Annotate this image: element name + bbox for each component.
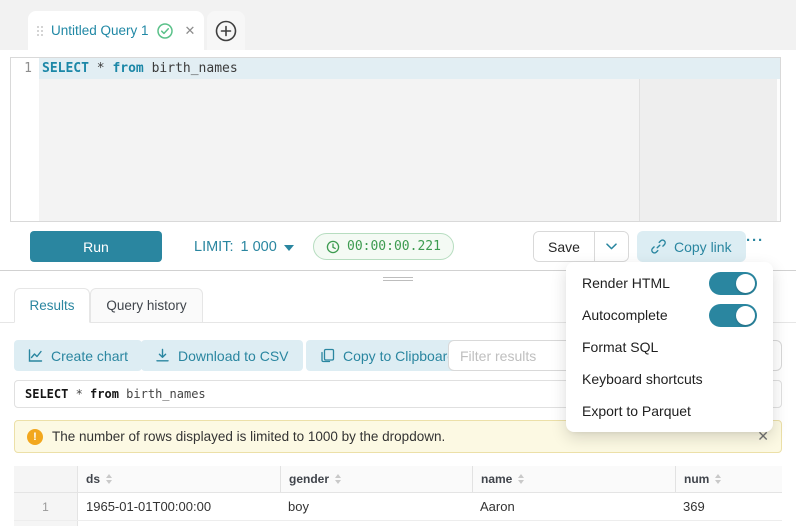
menu-item-label: Render HTML [582, 275, 670, 291]
create-chart-label: Create chart [51, 348, 128, 364]
download-csv-button[interactable]: Download to CSV [141, 340, 303, 371]
limit-dropdown[interactable]: LIMIT: 1 000 [194, 231, 294, 262]
download-csv-label: Download to CSV [178, 348, 289, 364]
menu-item-render-html[interactable]: Render HTML [566, 267, 773, 299]
column-label: num [684, 472, 709, 486]
create-chart-button[interactable]: Create chart [14, 340, 142, 371]
query-tab-label: Untitled Query 1 [51, 23, 149, 38]
close-tab-icon[interactable]: ✕ [185, 23, 196, 39]
download-icon [155, 348, 170, 363]
query-tab-bar: Untitled Query 1 ✕ [0, 0, 796, 50]
menu-item-autocomplete[interactable]: Autocomplete [566, 299, 773, 331]
sort-icon[interactable] [518, 474, 524, 484]
sql-editor[interactable]: 1 SELECT * from birth_names [10, 57, 781, 222]
line-number: 1 [24, 61, 32, 76]
sql-token: * [68, 387, 90, 401]
copy-clipboard-label: Copy to Clipboard [343, 348, 455, 364]
sort-icon[interactable] [715, 474, 721, 484]
save-options-button[interactable] [595, 232, 628, 261]
more-actions-menu: Render HTML Autocomplete Format SQL Keyb… [566, 262, 773, 432]
cell-ds: 1965-01-01T00:00:00 [78, 499, 280, 514]
menu-item-label: Keyboard shortcuts [582, 371, 703, 387]
editor-gutter: 1 [11, 58, 39, 221]
autocomplete-toggle[interactable] [709, 304, 757, 327]
render-html-toggle[interactable] [709, 272, 757, 295]
column-header-name[interactable]: name [472, 466, 675, 492]
sql-token: birth_names [119, 387, 206, 401]
copy-link-label: Copy link [674, 239, 732, 255]
warning-icon: ! [27, 429, 43, 445]
copy-link-button[interactable]: Copy link [637, 231, 746, 262]
query-tab-active[interactable]: Untitled Query 1 ✕ [28, 11, 204, 50]
column-header-num[interactable]: num [675, 466, 782, 492]
save-button[interactable]: Save [534, 232, 595, 261]
more-actions-button[interactable]: ··· [746, 232, 764, 249]
run-button[interactable]: Run [30, 231, 162, 262]
limit-value: 1 000 [240, 239, 276, 255]
code-line-1[interactable]: SELECT * from birth_names [39, 58, 780, 79]
chart-icon [28, 348, 43, 363]
sql-keyword: from [112, 61, 143, 76]
table-row-partial [14, 521, 782, 526]
caret-down-icon [284, 245, 294, 251]
menu-item-label: Format SQL [582, 339, 658, 355]
sql-token: birth_names [144, 61, 238, 76]
save-split-button: Save [533, 231, 629, 262]
cell-name: Aaron [472, 499, 675, 514]
copy-clipboard-button[interactable]: Copy to Clipboard [306, 340, 469, 371]
column-header-gender[interactable]: gender [280, 466, 472, 492]
table-row[interactable]: 1 1965-01-01T00:00:00 boy Aaron 369 [14, 493, 782, 521]
row-index [14, 521, 78, 526]
limit-label: LIMIT: [194, 239, 233, 255]
print-margin [639, 58, 777, 221]
drag-handle-icon[interactable] [37, 26, 43, 36]
cell-gender: boy [280, 499, 472, 514]
column-label: ds [86, 472, 100, 486]
query-timer-badge: 00:00:00.221 [313, 233, 454, 260]
plus-circle-icon [215, 20, 237, 42]
menu-item-export-parquet[interactable]: Export to Parquet [566, 395, 773, 427]
editor-code-area[interactable]: SELECT * from birth_names [39, 58, 780, 221]
sql-keyword: SELECT [42, 61, 89, 76]
sql-token: * [89, 61, 112, 76]
sql-keyword: from [90, 387, 119, 401]
tab-query-history[interactable]: Query history [90, 288, 203, 323]
chevron-down-icon [606, 243, 617, 250]
editor-scrollbar[interactable] [777, 58, 780, 221]
menu-item-format-sql[interactable]: Format SQL [566, 331, 773, 363]
elapsed-time: 00:00:00.221 [347, 239, 441, 254]
menu-item-label: Export to Parquet [582, 403, 691, 419]
cell-num: 369 [675, 499, 782, 514]
table-header-row: ds gender name num [14, 466, 782, 493]
clock-icon [326, 240, 340, 254]
link-icon [651, 239, 666, 254]
tab-results[interactable]: Results [14, 288, 90, 323]
sql-keyword: SELECT [25, 387, 68, 401]
menu-item-label: Autocomplete [582, 307, 668, 323]
check-circle-icon [157, 23, 173, 39]
sort-icon[interactable] [335, 474, 341, 484]
sort-icon[interactable] [106, 474, 112, 484]
column-label: name [481, 472, 512, 486]
column-header-ds[interactable]: ds [78, 466, 280, 492]
copy-icon [320, 348, 335, 363]
row-index: 1 [14, 493, 78, 520]
row-index-header [14, 466, 78, 492]
results-table: ds gender name num 1 1965-01-01T00:00:00… [14, 466, 782, 526]
add-tab-button[interactable] [207, 11, 245, 50]
column-label: gender [289, 472, 329, 486]
warning-text: The number of rows displayed is limited … [52, 429, 445, 444]
pane-resize-handle[interactable] [383, 275, 413, 283]
menu-item-keyboard-shortcuts[interactable]: Keyboard shortcuts [566, 363, 773, 395]
